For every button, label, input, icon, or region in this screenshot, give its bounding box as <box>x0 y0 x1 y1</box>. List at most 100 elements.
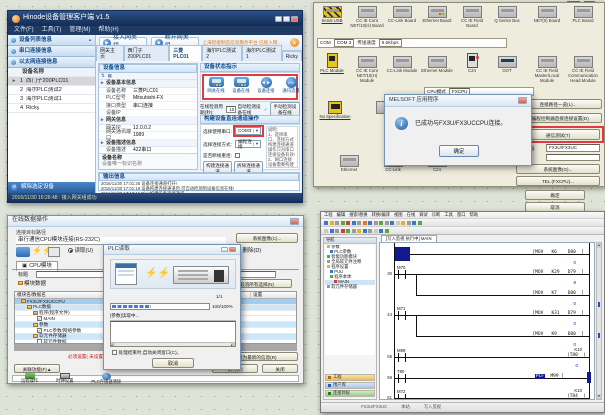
timer-coil[interactable]: (T80 ) <box>567 353 586 358</box>
menu-help[interactable]: 帮助 <box>470 213 479 218</box>
category-icon[interactable]: ▦ <box>108 74 112 79</box>
user-icon[interactable]: ● <box>290 38 299 47</box>
menu-edit[interactable]: 编辑 <box>337 213 346 218</box>
device-row-4[interactable]: 4Ricky <box>8 104 95 113</box>
retry-checkbox[interactable] <box>235 153 240 158</box>
plf-instruction[interactable]: PLF M99 ] <box>535 374 564 379</box>
instruction[interactable]: [MOV K31 D79 ] <box>532 311 584 316</box>
close-icon[interactable] <box>518 97 527 104</box>
melsoft-ok-button[interactable]: 确定 <box>439 145 479 157</box>
edit-cursor-block[interactable] <box>395 247 410 261</box>
ladder-canvas[interactable]: [MOV K6 D80 ] 0 30 M70 [MOV K29 D79 ] 8 … <box>379 242 595 400</box>
transfer-ok-button[interactable]: 确定 <box>525 190 585 200</box>
auto-detect-check[interactable]: ✓ <box>264 107 268 113</box>
plc-memory-clear-item[interactable]: PLC存储器清除 <box>91 373 121 385</box>
close-icon[interactable] <box>229 247 236 252</box>
prop-row[interactable]: 网关通讯端口1989 <box>99 132 197 139</box>
related-functions-button[interactable]: 关联功能(F)▲ <box>14 364 60 373</box>
no-contact[interactable] <box>398 270 406 279</box>
plcif-ccie-head[interactable]: CC IE Field Communication Head Module <box>566 53 600 84</box>
connect-mode-select[interactable]: 编程连接▼ <box>235 140 261 148</box>
progress-listbox[interactable]: ◂▸ <box>110 321 236 347</box>
nav-project-button[interactable]: 工程 <box>325 374 375 381</box>
menu-debug[interactable]: 调试 <box>419 213 428 218</box>
pcif-net2-board[interactable]: NET(II) Board <box>530 6 564 24</box>
online-data-titlebar[interactable]: 在线数据操作 <box>8 216 303 227</box>
nav-connect-button[interactable]: 连接目标 <box>325 390 375 397</box>
tab-haier1[interactable]: 海尔PLC测试1 <box>242 45 282 61</box>
menu-manage[interactable]: 管理(M) <box>69 27 90 34</box>
release-device-button[interactable]: ↺解除选定设备 <box>8 182 95 193</box>
com-port-select[interactable]: COM3▼ <box>235 127 261 135</box>
device-row-1[interactable]: ▸1西门子200PLC01 <box>8 77 95 86</box>
sidebar-section-ethernet[interactable]: 以太网连接信息 <box>8 57 95 68</box>
project-tree[interactable]: 参数 PLC参数 智能功能模块 全局软元件注释 程序设置 PUU 程序本体 MA… <box>325 245 375 355</box>
plcif-ethernet-module[interactable]: Ethernet Module <box>420 53 454 74</box>
device-row-3[interactable]: 3海尔PLC测试1 <box>8 95 95 104</box>
tab-haier2[interactable]: 海尔PLC测试2 <box>202 45 242 61</box>
hinode-titlebar[interactable]: Hinode设备管理客户端 v1.5 <box>8 11 302 26</box>
route-ethernet[interactable]: Ethernet <box>332 155 366 173</box>
tab-siemens[interactable]: 西门子200PLC01 <box>124 45 170 61</box>
pcif-plc-board[interactable]: PLC Board <box>566 6 600 24</box>
instruction[interactable]: [MOV K7 D80 ] <box>532 291 584 296</box>
menu-window[interactable]: 窗口 <box>457 213 466 218</box>
instruction[interactable]: [MOV K6 D80 ] <box>532 250 584 255</box>
scroll-down-icon[interactable]: ▼ <box>597 394 601 399</box>
cycle-value-field[interactable]: 10 <box>226 106 235 113</box>
gx-toolbar-1[interactable] <box>321 219 604 227</box>
window-controls[interactable] <box>275 16 298 22</box>
menu-tools[interactable]: 工具 <box>444 213 453 218</box>
prop-row[interactable]: 设备名称三菱PLC01 <box>99 88 197 95</box>
pcif-ethernet-board[interactable]: Ethernet Board <box>420 6 454 24</box>
listbox-hscrollbar[interactable]: ◂▸ <box>111 342 235 346</box>
baud-value-field[interactable]: 9.6Kbps <box>379 39 402 47</box>
com-value-field[interactable]: COM 3 <box>334 39 355 47</box>
scroll-up-icon[interactable]: ▲ <box>597 243 601 248</box>
sidebar-section-serial[interactable]: 串口连接信息 <box>8 46 95 57</box>
pcif-serial-usb[interactable]: Serial USB <box>315 6 349 24</box>
radio-read[interactable]: 读取(U) <box>68 248 93 255</box>
timer-coil[interactable]: (T84 ) <box>567 394 586 399</box>
sort-az-icon[interactable]: ⇅ <box>101 74 105 79</box>
plcif-got[interactable]: GOT <box>490 53 524 74</box>
no-contact[interactable] <box>398 394 406 400</box>
clock-setting-item[interactable]: 时钟设置 <box>56 373 73 384</box>
menu-search[interactable]: 搜索/替换 <box>349 213 367 218</box>
other-station-nospec[interactable]: No Specification <box>315 101 355 120</box>
tel-button[interactable]: TEL (FXCPU)... <box>516 176 600 186</box>
pcif-ccie-board[interactable]: CC IE Cont NET/10(H) Board <box>350 6 384 29</box>
menu-view[interactable]: 视图 <box>394 213 403 218</box>
menu-help[interactable]: 帮助(H) <box>98 27 118 34</box>
menu-tools[interactable]: 工具(T) <box>42 27 62 34</box>
progress-cancel-button[interactable]: 取消 <box>152 358 194 368</box>
gx-toolbar-2[interactable] <box>321 227 604 235</box>
plcif-plc-module[interactable]: PLC Module <box>315 53 349 74</box>
ladder-vscrollbar[interactable]: ▲ ▼ <box>596 242 602 400</box>
group-desc[interactable]: ▸设备描述信息 <box>99 140 197 148</box>
menu-project[interactable]: 工程 <box>324 213 333 218</box>
nav-userlib-button[interactable]: 用户库 <box>325 382 375 389</box>
menu-file[interactable]: 文件(F) <box>14 27 34 34</box>
plcif-c24[interactable]: C24 <box>455 53 489 74</box>
menu-online[interactable]: 在线 <box>407 213 416 218</box>
tab-gateway-home[interactable]: 网关主页 <box>96 45 124 61</box>
no-contact[interactable] <box>398 374 406 383</box>
melsoft-titlebar[interactable]: MELSOFT 应用程序 <box>385 95 531 107</box>
sidebar-section-devices[interactable]: 设备列表信息▲ <box>8 35 95 46</box>
plcif-cclink-module[interactable]: CC-Link Module <box>385 53 419 74</box>
device-row-2[interactable]: 2海尔PLC测试2 <box>8 86 95 95</box>
close-icon[interactable] <box>290 218 299 225</box>
instruction[interactable]: [MOV K29 D79 ] <box>532 270 584 275</box>
system-image-button[interactable]: 系统图像(C)... <box>236 233 298 243</box>
menu-diagnostics[interactable]: 诊断 <box>432 213 441 218</box>
pcif-ccie-field-board[interactable]: CC IE Field Board <box>455 6 489 29</box>
group-basic[interactable]: ▸设备基本信息 <box>99 80 197 88</box>
no-contact[interactable] <box>398 353 406 362</box>
remote-operation-item[interactable]: 远程操作 <box>21 373 38 384</box>
progress-titlebar[interactable]: PLC读取 <box>104 245 240 255</box>
prop-row[interactable]: 接口类型串口连接 <box>99 102 197 109</box>
plcif-ccie-master[interactable]: CC IE Field Master/Local Module <box>530 53 564 84</box>
tab-mitsubishi-active[interactable]: 三菱PLC01 <box>169 45 202 61</box>
pcif-cclink-board[interactable]: CC-Link Board <box>385 6 419 24</box>
